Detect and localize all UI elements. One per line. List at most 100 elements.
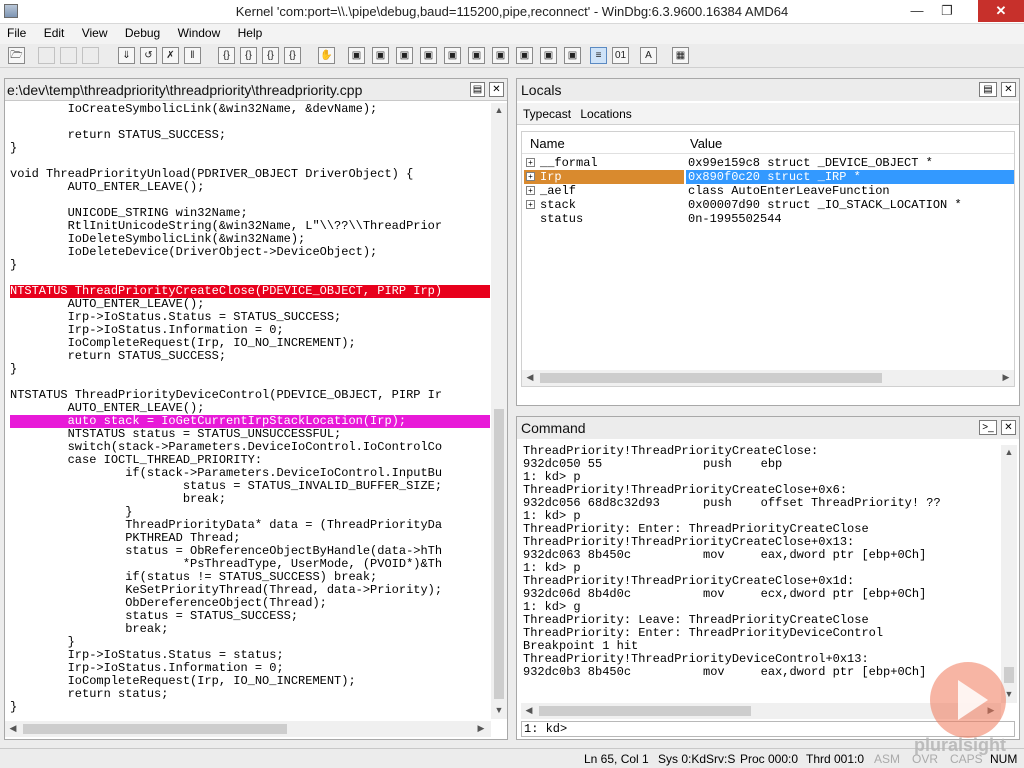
locals-row[interactable]: _aelf class AutoEnterLeaveFunction + [522,184,1014,198]
locals-row[interactable]: stack 0x00007d90 struct _IO_STACK_LOCATIO… [522,198,1014,212]
go-icon[interactable]: ⇓ [118,47,135,64]
scratch-pad-window-icon[interactable]: ▣ [516,47,533,64]
command-window-header: Command >_ ✕ [517,417,1019,439]
hex-mode-icon[interactable]: 01 [612,47,629,64]
step-out-icon[interactable]: {} [262,47,279,64]
restart-icon[interactable]: ↺ [140,47,157,64]
command-output-line: 932dc0b3 8b450c mov eax,dword ptr [ebp+0… [523,665,927,679]
source-line[interactable]: } [10,259,490,272]
registers-window-icon[interactable]: ▣ [420,47,437,64]
step-over-icon[interactable]: {} [240,47,257,64]
locals-options-icon[interactable]: ▤ [979,82,997,97]
locals-row-value: 0x890f0c20 struct _IRP * [686,170,1014,184]
locations-button[interactable]: Locations [580,107,631,121]
scroll-left-arrow-icon[interactable]: ◀ [521,705,537,716]
source-mode-on-icon[interactable]: ≡ [590,47,607,64]
source-line[interactable]: } [10,142,490,155]
font-icon[interactable]: A [640,47,657,64]
column-header-value[interactable]: Value [690,136,722,151]
source-line[interactable]: AUTO_ENTER_LEAVE(); [10,181,490,194]
command-hscroll-thumb[interactable] [539,706,751,716]
source-line[interactable]: IoDeleteDevice(DriverObject->DeviceObjec… [10,246,490,259]
source-hscroll-thumb[interactable] [23,724,287,734]
source-line[interactable]: } [10,363,490,376]
stop-debugging-icon[interactable]: ✗ [162,47,179,64]
source-mode-icon[interactable]: ▣ [564,47,581,64]
command-output-line: 932dc056 68d8c32d93 push offset ThreadPr… [523,496,941,510]
menu-edit[interactable]: Edit [37,24,72,42]
break-icon[interactable]: ‖ [184,47,201,64]
scroll-down-arrow-icon[interactable]: ▼ [491,705,507,715]
command-output[interactable]: ThreadPriority!ThreadPriorityCreateClose… [523,445,999,703]
disassembly-window-icon[interactable]: ▣ [492,47,509,64]
insert-breakpoint-icon[interactable]: ✋ [318,47,335,64]
menu-help[interactable]: Help [231,24,270,42]
locals-close-icon[interactable]: ✕ [1001,82,1016,97]
locals-row[interactable]: status 0n-1995502544 [522,212,1014,226]
menu-debug[interactable]: Debug [118,24,167,42]
command-vertical-scrollbar[interactable]: ▲ ▼ [1001,445,1017,703]
scroll-left-arrow-icon[interactable]: ◀ [522,372,538,383]
command-vscroll-thumb[interactable] [1004,667,1014,683]
command-prompt-icon[interactable]: >_ [979,420,997,435]
status-proc: Proc 000:0 [740,752,799,766]
run-to-cursor-icon[interactable]: {} [284,47,301,64]
expand-plus-icon[interactable]: + [526,186,535,195]
watch-window-icon[interactable]: ▣ [372,47,389,64]
typecast-button[interactable]: Typecast [523,107,571,121]
locals-row[interactable]: Irp 0x890f0c20 struct _IRP * + [522,170,1014,184]
source-options-icon[interactable]: ▤ [470,82,485,97]
locals-horizontal-scrollbar[interactable]: ◀ ▶ [522,370,1014,386]
expand-plus-icon[interactable]: + [526,172,535,181]
call-stack-window-icon[interactable]: ▣ [468,47,485,64]
locals-row[interactable]: __formal 0x99e159c8 struct _DEVICE_OBJECT… [522,156,1014,170]
locals-window-header: Locals ▤ ✕ [517,79,1019,101]
source-window-header: e:\dev\temp\threadpriority\threadpriorit… [5,79,507,101]
locals-table-header: Name Value [522,132,1014,154]
column-header-name[interactable]: Name [530,136,565,151]
pluralsight-watermark: pluralsight [914,735,1007,755]
source-line[interactable]: break; [10,623,490,636]
command-window-icon[interactable]: ▣ [348,47,365,64]
copy-icon[interactable] [60,47,77,64]
source-line[interactable]: return STATUS_SUCCESS; [10,350,490,363]
maximize-button[interactable]: ❐ [932,0,962,22]
locals-row-name: status [540,212,584,226]
minimize-button[interactable]: — [902,0,932,22]
source-close-icon[interactable]: ✕ [489,82,504,97]
source-line[interactable]: return status; [10,688,490,701]
menu-view[interactable]: View [75,24,115,42]
memory-window-icon[interactable]: ▣ [444,47,461,64]
locals-hscroll-thumb[interactable] [540,373,882,383]
source-line[interactable]: return STATUS_SUCCESS; [10,129,490,142]
status-bar: Ln 65, Col 1 Sys 0:KdSrv:S Proc 000:0 Th… [0,748,1024,768]
menu-file[interactable]: File [0,24,33,42]
source-horizontal-scrollbar[interactable]: ◀ ▶ [5,721,491,737]
processes-threads-window-icon[interactable]: ▣ [540,47,557,64]
source-code-view[interactable]: IoCreateSymbolicLink(&win32Name, &devNam… [10,103,490,719]
pluralsight-play-logo-icon [930,662,1006,738]
scroll-left-arrow-icon[interactable]: ◀ [5,723,21,734]
source-vscroll-thumb[interactable] [494,409,504,699]
source-vertical-scrollbar[interactable]: ▲ ▼ [491,103,507,719]
options-icon[interactable]: ▦ [672,47,689,64]
command-close-icon[interactable]: ✕ [1001,420,1016,435]
expand-plus-icon[interactable]: + [526,158,535,167]
paste-icon[interactable] [82,47,99,64]
title-bar: Kernel 'com:port=\\.\pipe\debug,baud=115… [0,0,1024,24]
locals-window-icon[interactable]: ▣ [396,47,413,64]
scroll-right-arrow-icon[interactable]: ▶ [473,723,489,734]
source-line[interactable]: } [10,701,490,714]
menu-window[interactable]: Window [171,24,228,42]
scroll-up-arrow-icon[interactable]: ▲ [1001,447,1017,457]
command-horizontal-scrollbar[interactable]: ◀ ▶ [521,703,1001,719]
open-folder-icon[interactable]: 🗁 [8,47,25,64]
close-button[interactable]: ✕ [978,0,1024,22]
menu-bar: File Edit View Debug Window Help [0,24,1024,44]
step-into-icon[interactable]: {} [218,47,235,64]
scroll-up-arrow-icon[interactable]: ▲ [491,105,507,115]
source-line[interactable]: IoCreateSymbolicLink(&win32Name, &devNam… [10,103,490,116]
cut-icon[interactable] [38,47,55,64]
expand-plus-icon[interactable]: + [526,200,535,209]
scroll-right-arrow-icon[interactable]: ▶ [998,372,1014,383]
